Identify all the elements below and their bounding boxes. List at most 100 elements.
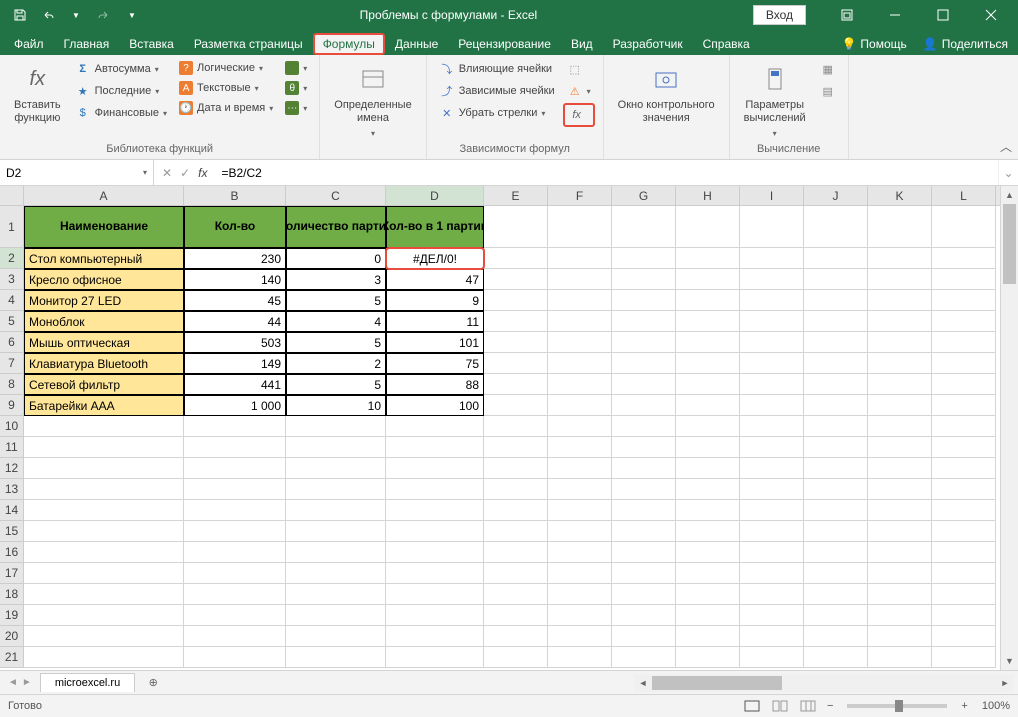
tab-help[interactable]: Справка bbox=[693, 33, 760, 55]
close-button[interactable] bbox=[968, 0, 1014, 30]
cell-H10[interactable] bbox=[676, 416, 740, 437]
cell-L15[interactable] bbox=[932, 521, 996, 542]
cell-B3[interactable]: 140 bbox=[184, 269, 286, 290]
cell-D19[interactable] bbox=[386, 605, 484, 626]
cell-I14[interactable] bbox=[740, 500, 804, 521]
cell-B1[interactable]: Кол-во bbox=[184, 206, 286, 248]
zoom-in-button[interactable]: + bbox=[957, 700, 971, 712]
col-header-B[interactable]: B bbox=[184, 186, 286, 205]
cell-H17[interactable] bbox=[676, 563, 740, 584]
ribbon-options-button[interactable] bbox=[824, 0, 870, 30]
cell-A21[interactable] bbox=[24, 647, 184, 668]
cell-E19[interactable] bbox=[484, 605, 548, 626]
cell-G2[interactable] bbox=[612, 248, 676, 269]
cell-K8[interactable] bbox=[868, 374, 932, 395]
cell-D2[interactable]: #ДЕЛ/0! bbox=[386, 248, 484, 269]
recent-button[interactable]: ★Последние▾ bbox=[71, 81, 171, 101]
cell-H9[interactable] bbox=[676, 395, 740, 416]
login-button[interactable]: Вход bbox=[753, 5, 806, 25]
redo-button[interactable] bbox=[92, 3, 116, 27]
cell-E3[interactable] bbox=[484, 269, 548, 290]
cell-G7[interactable] bbox=[612, 353, 676, 374]
cell-I13[interactable] bbox=[740, 479, 804, 500]
enter-formula-button[interactable]: ✓ bbox=[180, 166, 190, 180]
cell-J20[interactable] bbox=[804, 626, 868, 647]
cell-H15[interactable] bbox=[676, 521, 740, 542]
lookup-button[interactable]: ▾ bbox=[281, 59, 311, 77]
cell-K1[interactable] bbox=[868, 206, 932, 248]
autosum-button[interactable]: ΣАвтосумма▾ bbox=[71, 59, 171, 79]
cell-L9[interactable] bbox=[932, 395, 996, 416]
cell-F4[interactable] bbox=[548, 290, 612, 311]
cell-L8[interactable] bbox=[932, 374, 996, 395]
cell-K20[interactable] bbox=[868, 626, 932, 647]
horizontal-scrollbar[interactable]: ◄ ► bbox=[634, 674, 1014, 692]
row-header-14[interactable]: 14 bbox=[0, 500, 24, 521]
cell-G18[interactable] bbox=[612, 584, 676, 605]
cell-K6[interactable] bbox=[868, 332, 932, 353]
cell-E16[interactable] bbox=[484, 542, 548, 563]
cell-D14[interactable] bbox=[386, 500, 484, 521]
cell-L6[interactable] bbox=[932, 332, 996, 353]
cell-G12[interactable] bbox=[612, 458, 676, 479]
financial-button[interactable]: $Финансовые▾ bbox=[71, 103, 171, 123]
cell-G6[interactable] bbox=[612, 332, 676, 353]
cell-A7[interactable]: Клавиатура Bluetooth bbox=[24, 353, 184, 374]
cell-L2[interactable] bbox=[932, 248, 996, 269]
name-box-dropdown[interactable]: ▾ bbox=[143, 168, 147, 177]
row-header-7[interactable]: 7 bbox=[0, 353, 24, 374]
cell-F7[interactable] bbox=[548, 353, 612, 374]
cell-D16[interactable] bbox=[386, 542, 484, 563]
cell-K12[interactable] bbox=[868, 458, 932, 479]
row-header-10[interactable]: 10 bbox=[0, 416, 24, 437]
cell-G5[interactable] bbox=[612, 311, 676, 332]
cell-H4[interactable] bbox=[676, 290, 740, 311]
cell-L3[interactable] bbox=[932, 269, 996, 290]
tab-review[interactable]: Рецензирование bbox=[448, 33, 561, 55]
cell-B11[interactable] bbox=[184, 437, 286, 458]
cell-F5[interactable] bbox=[548, 311, 612, 332]
cell-B12[interactable] bbox=[184, 458, 286, 479]
cell-C21[interactable] bbox=[286, 647, 386, 668]
cell-B20[interactable] bbox=[184, 626, 286, 647]
cell-B14[interactable] bbox=[184, 500, 286, 521]
cell-L13[interactable] bbox=[932, 479, 996, 500]
cell-A8[interactable]: Сетевой фильтр bbox=[24, 374, 184, 395]
cell-B5[interactable]: 44 bbox=[184, 311, 286, 332]
cell-I5[interactable] bbox=[740, 311, 804, 332]
tab-insert[interactable]: Вставка bbox=[119, 33, 184, 55]
row-header-20[interactable]: 20 bbox=[0, 626, 24, 647]
cell-K18[interactable] bbox=[868, 584, 932, 605]
cell-D13[interactable] bbox=[386, 479, 484, 500]
cell-G11[interactable] bbox=[612, 437, 676, 458]
fx-button[interactable]: fx bbox=[198, 166, 207, 180]
cell-B21[interactable] bbox=[184, 647, 286, 668]
cell-H14[interactable] bbox=[676, 500, 740, 521]
cell-L10[interactable] bbox=[932, 416, 996, 437]
cell-H7[interactable] bbox=[676, 353, 740, 374]
cell-E5[interactable] bbox=[484, 311, 548, 332]
cell-C8[interactable]: 5 bbox=[286, 374, 386, 395]
cell-I12[interactable] bbox=[740, 458, 804, 479]
sheet-nav-next[interactable]: ► bbox=[22, 677, 32, 688]
scroll-down-button[interactable]: ▼ bbox=[1001, 652, 1018, 670]
tab-data[interactable]: Данные bbox=[385, 33, 448, 55]
cell-A6[interactable]: Мышь оптическая bbox=[24, 332, 184, 353]
calc-options-button[interactable]: Параметры вычислений▾ bbox=[738, 59, 812, 143]
row-header-21[interactable]: 21 bbox=[0, 647, 24, 668]
row-header-16[interactable]: 16 bbox=[0, 542, 24, 563]
col-header-E[interactable]: E bbox=[484, 186, 548, 205]
calc-now-button[interactable]: ▦ bbox=[816, 59, 840, 79]
hscroll-thumb[interactable] bbox=[652, 676, 782, 690]
row-header-13[interactable]: 13 bbox=[0, 479, 24, 500]
collapse-ribbon-button[interactable]: ︿ bbox=[1000, 138, 1012, 155]
cell-F16[interactable] bbox=[548, 542, 612, 563]
cell-K3[interactable] bbox=[868, 269, 932, 290]
cell-B13[interactable] bbox=[184, 479, 286, 500]
cell-C17[interactable] bbox=[286, 563, 386, 584]
cell-A16[interactable] bbox=[24, 542, 184, 563]
cell-G21[interactable] bbox=[612, 647, 676, 668]
tab-developer[interactable]: Разработчик bbox=[603, 33, 693, 55]
cell-G10[interactable] bbox=[612, 416, 676, 437]
cell-L12[interactable] bbox=[932, 458, 996, 479]
